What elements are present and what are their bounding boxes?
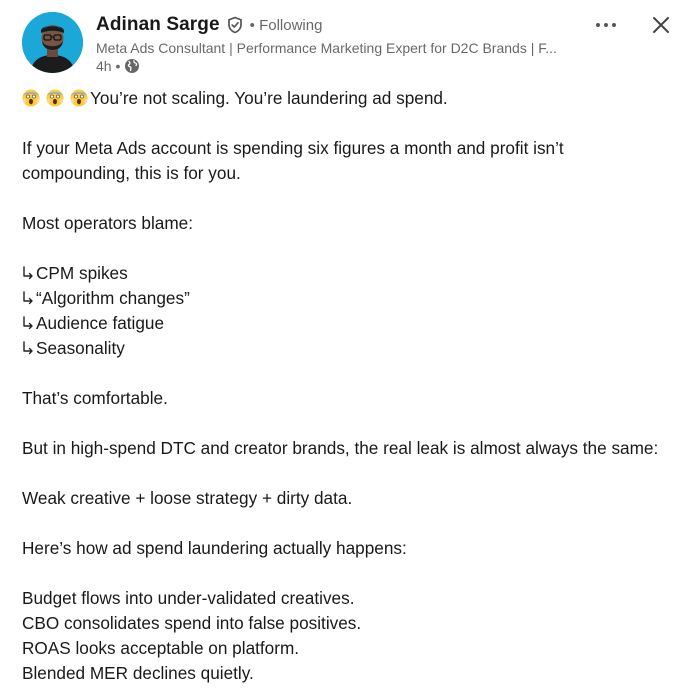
post-text: Weak creative + loose strategy + dirty d… [22,488,353,508]
post-text: Here’s how ad spend laundering actually … [22,538,407,558]
author-name[interactable]: Adinan Sarge [96,14,220,36]
bullet-text: Seasonality [36,338,125,358]
down-right-arrow-icon [22,337,34,355]
shield-check-icon [226,16,244,34]
down-right-arrow-icon [22,262,34,280]
bullet-text: “Algorithm changes” [36,288,190,308]
close-button[interactable] [648,12,674,38]
post-text: If your Meta Ads account is spending six… [22,138,564,158]
post-text: But in high-spend DTC and creator brands… [22,438,659,458]
down-right-arrow-icon [22,287,34,305]
bullet-text: Audience fatigue [36,313,165,333]
post-text: CBO consolidates spend into false positi… [22,613,362,633]
more-options-button[interactable] [592,14,620,36]
post-text: compounding, this is for you. [22,163,241,183]
avatar[interactable] [22,12,83,73]
globe-icon [124,58,140,74]
bullet-item: CPM spikes [22,261,682,286]
screaming-face-emoji [22,89,40,107]
post-text: ROAS looks acceptable on platform. [22,638,300,658]
name-row: Adinan Sarge • Following [96,12,596,38]
down-right-arrow-icon [22,312,34,330]
author-info: Adinan Sarge • Following Meta Ads Consul… [96,12,596,75]
feed-post: Adinan Sarge • Following Meta Ads Consul… [0,0,694,695]
screaming-face-emoji [46,89,64,107]
bullet-text: CPM spikes [36,263,128,283]
close-icon [653,17,669,33]
post-text: Blended MER declines quietly. [22,663,254,683]
bullet-item: Audience fatigue [22,311,682,336]
author-headline: Meta Ads Consultant | Performance Market… [96,40,557,56]
post-body: You’re not scaling. You’re laundering ad… [22,86,682,686]
post-text: Most operators blame: [22,213,193,233]
ellipsis-icon [596,23,616,27]
post-time: 4h • [96,58,121,74]
screaming-face-emoji [70,89,88,107]
following-status: • Following [249,16,323,34]
post-header: Adinan Sarge • Following Meta Ads Consul… [22,12,674,76]
post-text: Budget flows into under-validated creati… [22,588,355,608]
post-text: You’re not scaling. You’re laundering ad… [90,88,448,108]
bullet-item: “Algorithm changes” [22,286,682,311]
bullet-item: Seasonality [22,336,682,361]
post-meta: 4h • [96,57,596,75]
post-line-hook: You’re not scaling. You’re laundering ad… [22,86,682,111]
post-text: That’s comfortable. [22,388,168,408]
